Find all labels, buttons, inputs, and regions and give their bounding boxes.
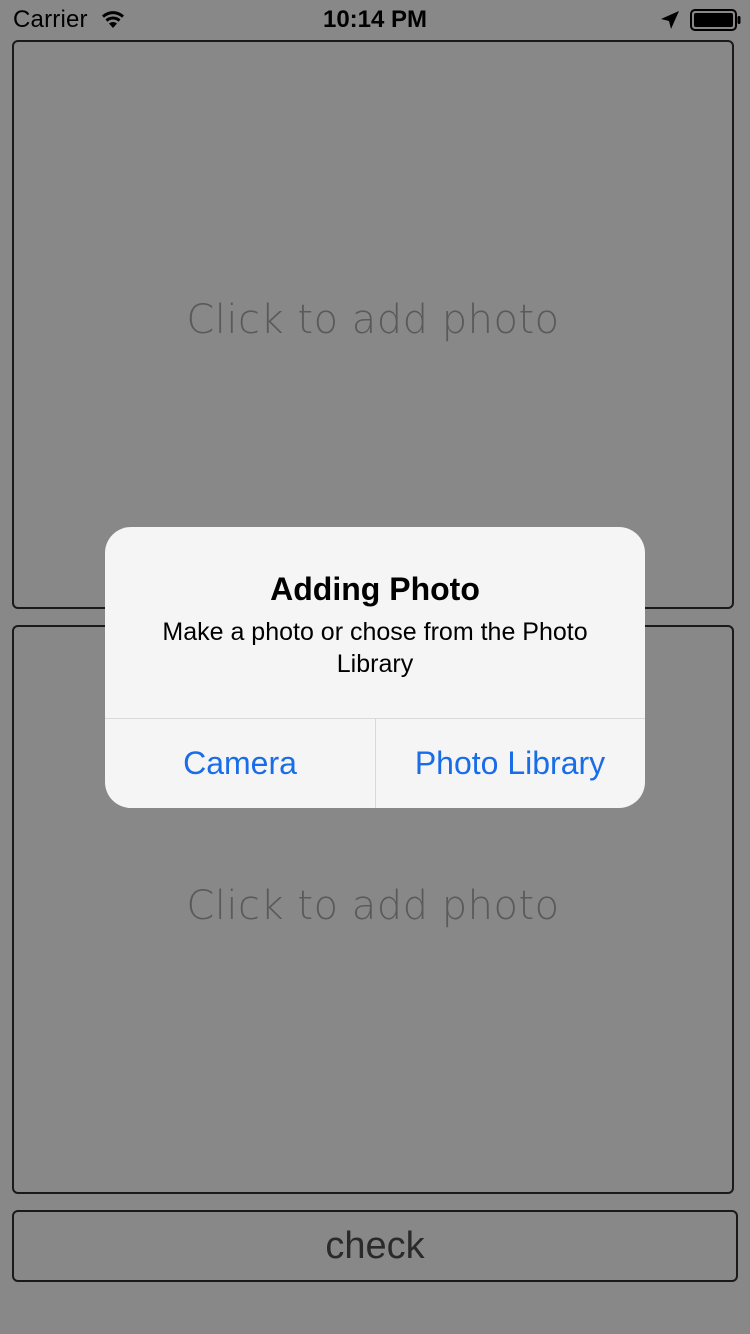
add-photo-placeholder: Click to add photo: [186, 883, 560, 929]
check-button[interactable]: check: [12, 1210, 738, 1282]
camera-button[interactable]: Camera: [105, 719, 375, 808]
alert-title: Adding Photo: [270, 571, 480, 607]
photo-slot-top[interactable]: Click to add photo: [12, 40, 734, 609]
alert-dialog: Adding Photo Make a photo or chose from …: [105, 527, 645, 808]
status-bar: Carrier 10:14 PM: [0, 0, 750, 40]
add-photo-placeholder: Click to add photo: [186, 297, 560, 343]
photo-library-button[interactable]: Photo Library: [375, 719, 645, 808]
battery-icon: [690, 9, 741, 31]
location-arrow-icon: [661, 11, 679, 29]
alert-message: Make a photo or chose from the Photo Lib…: [162, 618, 588, 678]
clock: 10:14 PM: [322, 6, 428, 33]
